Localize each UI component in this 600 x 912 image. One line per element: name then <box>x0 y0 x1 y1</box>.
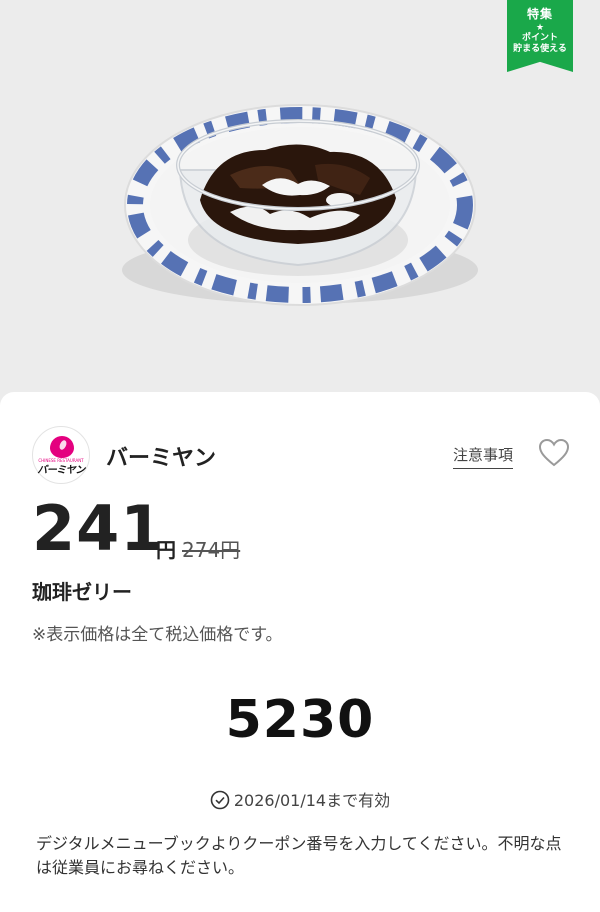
price-currency: 円 <box>156 538 176 562</box>
peach-icon <box>50 436 74 458</box>
feature-badge[interactable]: 特集 ★ ポイント 貯まる使える <box>507 0 573 72</box>
check-circle-icon <box>210 790 230 810</box>
validity-text: 2026/01/14まで有効 <box>233 791 391 810</box>
badge-line-use: 貯まる使える <box>513 44 567 54</box>
brand-logo: CHINESE RESTAURANT バーミヤン <box>32 426 90 484</box>
tax-note: ※表示価格は全て税込価格です。 <box>32 625 283 645</box>
validity-row: 2026/01/14まで有効 <box>0 787 600 811</box>
star-icon: ★ <box>535 23 545 33</box>
heart-icon[interactable] <box>538 438 570 468</box>
product-hero-image: 特集 ★ ポイント 貯まる使える <box>0 0 600 410</box>
badge-title: 特集 <box>526 7 553 21</box>
badge-line-points: ポイント <box>521 33 558 43</box>
original-price: 274円 <box>182 538 241 562</box>
coupon-card: CHINESE RESTAURANT バーミヤン バーミヤン 注意事項 241 … <box>0 392 600 912</box>
brand-name: バーミヤン <box>106 446 217 471</box>
product-name: 珈琲ゼリー <box>32 580 132 604</box>
notice-link[interactable]: 注意事項 <box>453 444 514 469</box>
coupon-price: 241 <box>32 492 165 565</box>
coupon-code: 5230 <box>225 690 375 750</box>
coupon-instructions: デジタルメニューブックよりクーポン番号を入力してください。不明な点は従業員にお尋… <box>36 834 562 877</box>
logo-text: バーミヤン <box>37 465 85 476</box>
